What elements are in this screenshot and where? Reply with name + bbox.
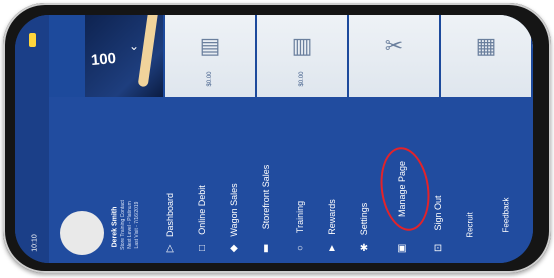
profile-info: Derek Smith Store Training Contact Next … xyxy=(109,97,143,263)
menu-item-rewards[interactable]: ▲ Rewards xyxy=(317,97,347,263)
profile-name: Derek Smith xyxy=(111,206,119,248)
trophy-icon: ▲ xyxy=(327,243,337,254)
menu-item-label: Dashboard xyxy=(165,192,175,238)
app-card[interactable]: ▤ $0.00 xyxy=(165,15,257,97)
menu-item-dashboard[interactable]: △ Dashboard xyxy=(155,97,185,263)
menu-item-feedback[interactable]: Feedback xyxy=(491,97,521,263)
card-label: $0.00 xyxy=(207,71,213,87)
signout-icon: ⊡ xyxy=(433,243,443,254)
chart-icon: ▥ xyxy=(291,33,313,59)
menu-item-online-debit[interactable]: □ Online Debit xyxy=(187,97,217,263)
form-icon: ▤ xyxy=(199,33,221,59)
phone-screen: 10:10 ⌄ 100 ▤ $0.00 ▥ $0.00 ✂ ▦ Derek Sm… xyxy=(15,15,533,263)
gear-icon: ✱ xyxy=(359,243,369,254)
menu-item-label: Settings xyxy=(359,202,369,236)
scissors-icon: ✂ xyxy=(384,33,404,59)
document-icon: ▦ xyxy=(475,33,497,59)
square-icon: □ xyxy=(198,243,206,254)
menu-item-label: Wagon Sales xyxy=(229,183,239,237)
menu-item-training[interactable]: ○ Training xyxy=(285,97,315,263)
app-card[interactable]: ▦ xyxy=(441,15,533,97)
profile-meta-1: Store Training Contact xyxy=(120,200,126,250)
promo-card[interactable]: ⌄ 100 xyxy=(85,15,165,97)
card-label: $0.00 xyxy=(299,71,305,87)
side-menu: Derek Smith Store Training Contact Next … xyxy=(49,97,533,263)
menu-item-label: Recruit xyxy=(465,212,475,238)
menu-item-sign-out[interactable]: ⊡ Sign Out xyxy=(423,97,453,263)
status-time: 10:10 xyxy=(31,234,39,252)
app-card-strip: ⌄ 100 ▤ $0.00 ▥ $0.00 ✂ ▦ xyxy=(85,15,533,97)
profile-meta-3: Last Visit - 7/16/2019 xyxy=(134,201,140,249)
battery-icon xyxy=(29,33,36,47)
menu-item-label: Feedback xyxy=(501,197,511,233)
chevron-icon[interactable]: ⌄ xyxy=(129,39,139,53)
menu-item-storefront-sales[interactable]: ▮ Storefront Sales xyxy=(251,97,281,263)
circle-icon: ○ xyxy=(296,243,304,254)
menu-item-label: Online Debit xyxy=(197,185,207,235)
menu-item-label: Rewards xyxy=(327,199,337,235)
page-icon: ▣ xyxy=(397,243,407,254)
profile-meta-2: Next Level - Platinum xyxy=(127,201,133,249)
promo-value: 100 xyxy=(90,49,117,70)
promo-stripe xyxy=(137,15,159,88)
menu-item-settings[interactable]: ✱ Settings xyxy=(349,97,379,263)
menu-item-wagon-sales[interactable]: ◆ Wagon Sales xyxy=(219,97,249,263)
menu-item-recruit[interactable]: Recruit xyxy=(455,97,485,263)
menu-item-label: Sign Out xyxy=(433,195,443,231)
triangle-icon: △ xyxy=(166,243,174,254)
app-card[interactable]: ✂ xyxy=(349,15,441,97)
menu-item-label: Storefront Sales xyxy=(261,164,271,230)
status-bar: 10:10 xyxy=(15,15,49,263)
app-card[interactable]: ▥ $0.00 xyxy=(257,15,349,97)
store-icon: ▮ xyxy=(263,243,269,254)
cart-icon: ◆ xyxy=(230,243,238,254)
avatar[interactable] xyxy=(60,211,104,255)
phone-frame: 10:10 ⌄ 100 ▤ $0.00 ▥ $0.00 ✂ ▦ Derek Sm… xyxy=(3,3,551,273)
menu-item-label: Training xyxy=(295,200,305,234)
